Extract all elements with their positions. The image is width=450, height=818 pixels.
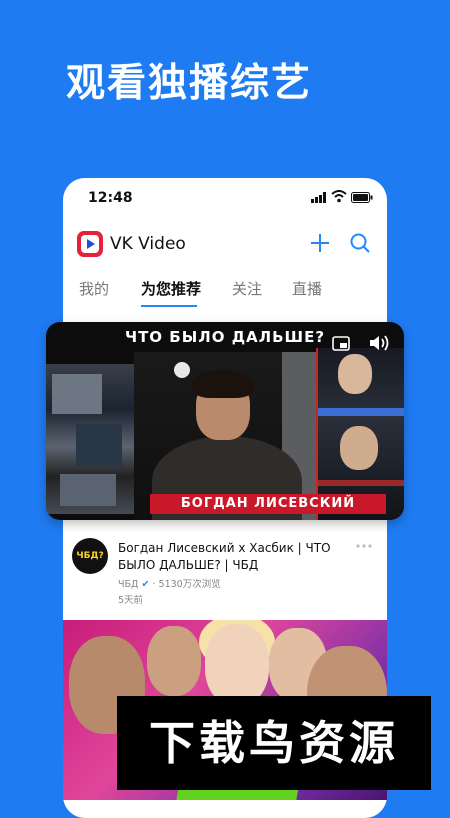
more-options-icon[interactable] [356,544,372,548]
channel-name[interactable]: ЧБД [118,579,138,590]
tab-recommended[interactable]: 为您推荐 [141,278,201,299]
video-thumbnail-left-panel [46,364,134,514]
app-title: VK Video [110,234,186,254]
wifi-icon [331,190,347,203]
active-tab-indicator [141,305,197,307]
feed-tabs: 我的 为您推荐 关注 直播 [63,278,387,308]
video-subtitle: ЧБД ✔ · 5130万次浏览 [118,576,221,590]
video-overlay-name: БОГДАН ЛИСЕВСКИЙ [150,494,386,514]
vk-video-logo-icon [77,231,103,257]
pip-icon[interactable] [332,336,350,352]
channel-avatar[interactable]: ЧБД? [72,538,108,574]
status-time: 12:48 [88,190,133,206]
video-player[interactable]: ЧТО БЫЛО ДАЛЬШЕ? БОГДАН ЛИСЕВСКИЙ [46,322,404,520]
battery-icon [351,192,373,203]
status-bar: 12:48 [63,178,387,218]
video-meta: ЧБД? Богдан Лисевский х Хасбик | ЧТО БЫЛ… [72,538,382,608]
separator: · [152,579,156,590]
promo-headline: 观看独播综艺 [66,61,313,106]
plus-icon[interactable] [309,232,331,254]
signal-icon [311,192,326,203]
sound-icon[interactable] [368,334,390,352]
tab-live[interactable]: 直播 [292,278,322,299]
watermark-banner: 下载鸟资源 [117,696,431,790]
verified-icon: ✔ [141,579,150,590]
search-icon[interactable] [349,232,371,254]
tab-following[interactable]: 关注 [232,278,262,299]
tab-mine[interactable]: 我的 [79,278,109,299]
video-age: 5天前 [118,595,144,606]
video-overlay-title: ЧТО БЫЛО ДАЛЬШЕ? [124,328,326,346]
video-title[interactable]: Богдан Лисевский х Хасбик | ЧТО БЫЛО ДАЛ… [118,540,346,574]
view-count: 5130万次浏览 [158,579,221,590]
app-header: VK Video [63,226,387,266]
